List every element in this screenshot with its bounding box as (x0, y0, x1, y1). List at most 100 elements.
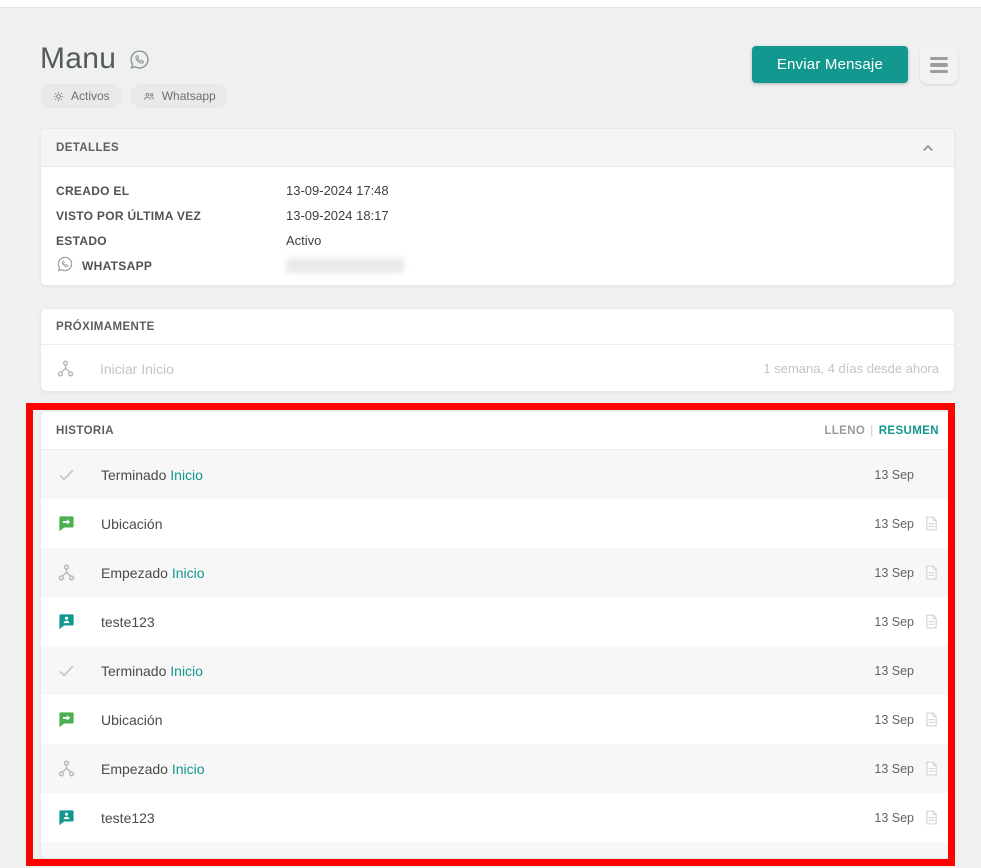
history-item-meta: 13 Sep (874, 711, 940, 728)
upcoming-item-label: Iniciar Inicio (100, 361, 174, 377)
history-item-meta: 13 Sep (874, 515, 940, 532)
history-row[interactable]: Ubicación 13 Sep (41, 695, 954, 744)
collapse-panel-button[interactable] (917, 137, 939, 159)
redacted-phone-number (286, 258, 404, 273)
details-row: CREADO EL 13-09-2024 17:48 (56, 178, 939, 203)
history-item-link[interactable]: Inicio (170, 467, 203, 483)
details-row-value: Activo (286, 233, 321, 248)
details-body: CREADO EL 13-09-2024 17:48 VISTO POR ÚLTIM… (41, 167, 954, 278)
history-item-date: 13 Sep (874, 468, 914, 482)
history-item-date: 13 Sep (874, 566, 914, 580)
history-row[interactable]: Empezado Inicio 13 Sep (41, 548, 954, 597)
history-item-text: teste123 (101, 810, 155, 826)
menu-icon (930, 57, 948, 61)
details-row-label: WHATSAPP (56, 255, 286, 276)
history-item-text: teste123 (101, 614, 155, 630)
details-label-text: ESTADO (56, 234, 107, 248)
details-panel-title: DETALLES (56, 142, 119, 154)
history-panel-title: HISTORIA (56, 425, 114, 437)
flow-icon (57, 759, 79, 778)
tag-label: Activos (71, 89, 110, 103)
tag-label: Whatsapp (162, 89, 216, 103)
history-row[interactable]: Terminado Inicio 13 Sep (41, 450, 954, 499)
send-message-button[interactable]: Enviar Mensaje (752, 46, 908, 83)
tag-activos[interactable]: Activos (40, 84, 122, 108)
whatsapp-icon (128, 48, 151, 71)
details-row-label: CREADO EL (56, 184, 286, 198)
flow-icon (57, 563, 79, 582)
upcoming-item-time: 1 semana, 4 días desde ahora (763, 361, 939, 376)
history-item-date: 13 Sep (874, 713, 914, 727)
history-item-meta: 13 Sep (874, 466, 940, 483)
history-item-text: Terminado Inicio (101, 663, 203, 679)
details-row: ESTADO Activo (56, 228, 939, 253)
message-sent-icon (57, 514, 79, 533)
note-icon[interactable] (923, 711, 940, 728)
details-row-label: VISTO POR ÚLTIMA VEZ (56, 209, 286, 223)
details-row-value: 13-09-2024 18:17 (286, 208, 389, 223)
history-item-meta: 13 Sep (874, 564, 940, 581)
history-item-meta: 13 Sep (874, 809, 940, 826)
history-item-meta: 13 Sep (874, 662, 940, 679)
tag-whatsapp[interactable]: Whatsapp (130, 84, 228, 108)
note-icon[interactable] (923, 564, 940, 581)
history-filter-full[interactable]: LLENO (824, 425, 865, 437)
message-sent-icon (57, 710, 79, 729)
history-item-date: 13 Sep (874, 762, 914, 776)
upcoming-item[interactable]: Iniciar Inicio 1 semana, 4 días desde aho… (41, 345, 954, 392)
contact-header: Manu Activos Whatsapp (40, 42, 228, 108)
history-item-link[interactable]: Inicio (172, 565, 205, 581)
upcoming-panel-title: PRÓXIMAMENTE (56, 321, 155, 333)
details-label-text: VISTO POR ÚLTIMA VEZ (56, 209, 201, 223)
note-icon[interactable] (923, 760, 940, 777)
note-icon[interactable] (923, 809, 940, 826)
history-panel: HISTORIA LLENO | RESUMEN Terminado Inici… (40, 411, 955, 859)
users-icon (142, 90, 156, 103)
history-row-partial (41, 842, 954, 859)
user-message-icon (57, 612, 79, 631)
history-filter-summary[interactable]: RESUMEN (879, 425, 939, 437)
history-row[interactable]: Terminado Inicio 13 Sep (41, 646, 954, 695)
history-view-toggle: LLENO | RESUMEN (824, 425, 939, 437)
history-item-text: Ubicación (101, 712, 162, 728)
history-item-date: 13 Sep (874, 664, 914, 678)
gear-icon (52, 90, 65, 103)
menu-button[interactable] (920, 46, 958, 84)
details-label-text: CREADO EL (56, 184, 129, 198)
history-row[interactable]: teste123 13 Sep (41, 793, 954, 842)
history-item-date: 13 Sep (874, 615, 914, 629)
flow-icon (56, 359, 78, 378)
details-row-value: 13-09-2024 17:48 (286, 183, 389, 198)
header-actions: Enviar Mensaje (752, 46, 958, 84)
history-row[interactable]: teste123 13 Sep (41, 597, 954, 646)
upcoming-panel: PRÓXIMAMENTE Iniciar Inicio 1 semana, 4 d… (40, 308, 955, 392)
page-title: Manu (40, 42, 116, 76)
history-item-link[interactable]: Inicio (170, 663, 203, 679)
details-row-label: ESTADO (56, 234, 286, 248)
history-row[interactable]: Empezado Inicio 13 Sep (41, 744, 954, 793)
history-list: Terminado Inicio13 SepUbicación13 SepEmp… (41, 450, 954, 859)
tag-list: Activos Whatsapp (40, 84, 228, 108)
history-item-meta: 13 Sep (874, 613, 940, 630)
check-icon (57, 661, 79, 680)
details-row: WHATSAPP (56, 253, 939, 278)
details-row: VISTO POR ÚLTIMA VEZ 13-09-2024 18:17 (56, 203, 939, 228)
history-item-text: Terminado Inicio (101, 467, 203, 483)
check-icon (57, 465, 79, 484)
note-icon[interactable] (923, 613, 940, 630)
history-item-text: Ubicación (101, 516, 162, 532)
history-filter-separator: | (870, 425, 873, 437)
history-item-date: 13 Sep (874, 517, 914, 531)
note-icon[interactable] (923, 515, 940, 532)
history-item-link[interactable]: Inicio (172, 761, 205, 777)
history-item-meta: 13 Sep (874, 760, 940, 777)
chevron-up-icon (919, 139, 937, 157)
history-item-date: 13 Sep (874, 811, 914, 825)
upcoming-list: Iniciar Inicio 1 semana, 4 días desde aho… (41, 345, 954, 392)
history-item-text: Empezado Inicio (101, 761, 205, 777)
user-message-icon (57, 808, 79, 827)
history-row[interactable]: Ubicación 13 Sep (41, 499, 954, 548)
history-item-text: Empezado Inicio (101, 565, 205, 581)
details-panel: DETALLES CREADO EL 13-09-2024 17:48 VISTO … (40, 128, 955, 286)
contact-detail-page: Manu Activos Whatsapp Enviar Mensaje DETA… (0, 0, 981, 868)
